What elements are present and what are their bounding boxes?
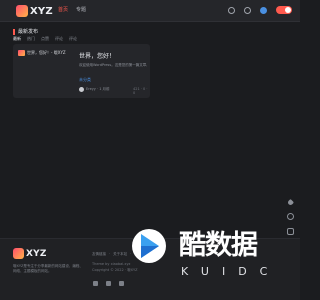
tab-reviews[interactable]: 评论: [69, 36, 77, 42]
watermark: 酷数据 KUIDC: [131, 228, 291, 284]
theme-toggle[interactable]: [276, 6, 292, 14]
thumbnail-caption: 世界，您好！- 哦XYZ: [18, 50, 68, 56]
wechat-icon[interactable]: [106, 281, 111, 286]
footer-link-sep: ·: [109, 252, 111, 256]
tab-comments[interactable]: 评论: [55, 36, 63, 42]
weibo-icon[interactable]: [119, 281, 124, 286]
top-navbar: XYZ 首页 专题: [0, 0, 300, 22]
logo-icon: [13, 248, 24, 259]
footer-logo[interactable]: XYZ: [13, 248, 47, 259]
settings-icon[interactable]: [286, 213, 294, 220]
tab-hot[interactable]: 热门: [27, 36, 35, 42]
footer-link-friends[interactable]: 友情链接: [92, 252, 106, 257]
tab-likes[interactable]: 点赞: [41, 36, 49, 42]
heart-icon[interactable]: [286, 198, 294, 207]
post-category[interactable]: 未分类: [79, 77, 91, 83]
qq-icon[interactable]: [93, 281, 98, 286]
nav-item-topics[interactable]: 专题: [76, 6, 86, 13]
post-stats: 421 · 0 · 0: [133, 87, 148, 95]
footer-link-about[interactable]: 关于本站: [113, 252, 127, 257]
toggle-knob: [285, 7, 291, 13]
header-actions: [228, 6, 292, 14]
post-thumbnail[interactable]: 世界，您好！- 哦XYZ: [18, 50, 68, 86]
search-icon[interactable]: [228, 6, 235, 14]
avatar: [79, 87, 84, 92]
nav-item-home[interactable]: 首页: [58, 6, 68, 13]
footer-social-icons: [93, 281, 124, 286]
post-author[interactable]: Ereyy · 1 月前: [79, 87, 110, 92]
settings-icon[interactable]: [260, 6, 267, 14]
thumbnail-logo-icon: [18, 50, 25, 56]
user-icon[interactable]: [244, 6, 251, 14]
watermark-logo-icon: [132, 229, 166, 263]
post-author-text: Ereyy · 1 月前: [86, 87, 110, 91]
section-title: 最新发布: [13, 28, 38, 35]
watermark-text: 酷数据: [179, 230, 258, 261]
logo-icon: [16, 5, 28, 17]
footer-logo-text: XYZ: [26, 248, 47, 259]
site-logo[interactable]: XYZ: [16, 4, 53, 18]
main-nav: 首页 专题: [58, 6, 86, 13]
tab-latest[interactable]: 最新: [13, 36, 21, 42]
footer-theme-credit: Theme by xiaobai.xyz: [92, 262, 131, 266]
post-excerpt: 欢迎使用WordPress。这是您的第一篇文章。编辑: [79, 63, 147, 67]
post-title[interactable]: 世界，您好！: [79, 51, 115, 60]
footer-description: 哦XYZ是专注于分享最新的网站建设、编程、网络、主题模板的网站。: [13, 264, 83, 273]
post-card[interactable]: 世界，您好！- 哦XYZ 世界，您好！ 欢迎使用WordPress。这是您的第一…: [13, 44, 150, 98]
section-title-text: 最新发布: [18, 29, 39, 35]
logo-text: XYZ: [30, 5, 53, 17]
sort-tabs: 最新 热门 点赞 评论 评论: [13, 36, 77, 42]
watermark-subtext: KUIDC: [181, 265, 281, 278]
thumbnail-text: 世界，您好！- 哦XYZ: [27, 50, 66, 55]
